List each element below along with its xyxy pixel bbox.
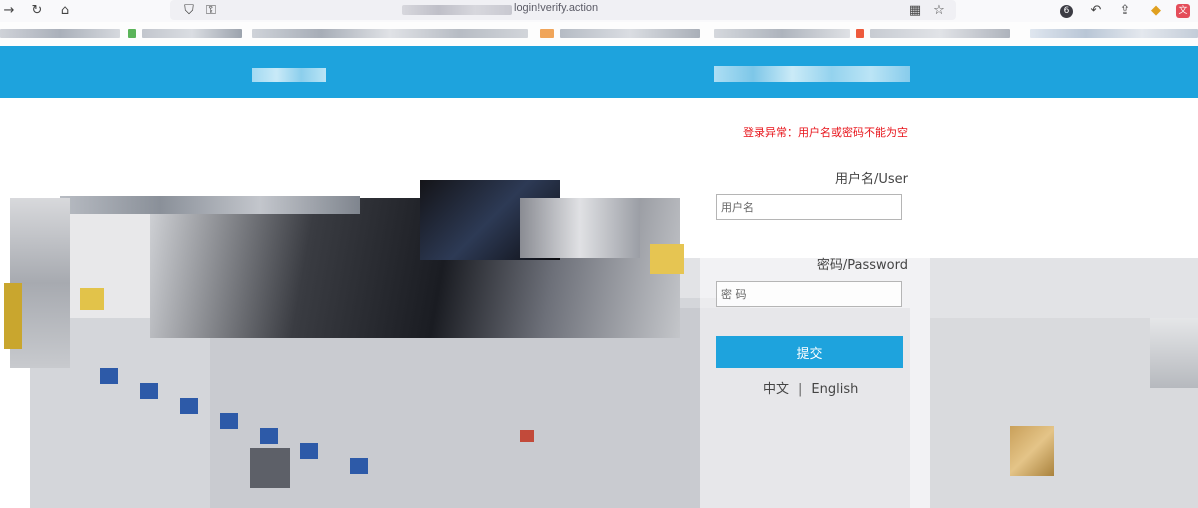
url-redacted xyxy=(402,5,512,15)
qr-code-icon[interactable]: ▦ xyxy=(906,2,924,20)
bookmark-item[interactable] xyxy=(252,29,528,38)
browser-toolbar: → ↻ ⌂ ⛉ ⚿ login!verify.action ▦ ☆ 6 ↶ ⇪ … xyxy=(0,0,1198,22)
lang-chinese-link[interactable]: 中文 xyxy=(763,378,789,397)
site-header xyxy=(0,46,1198,98)
lang-english-link[interactable]: English xyxy=(811,382,858,397)
site-logo xyxy=(252,68,326,82)
undo-icon[interactable]: ↶ xyxy=(1087,2,1105,20)
star-icon[interactable]: ☆ xyxy=(930,2,948,20)
bookmark-item[interactable] xyxy=(1030,29,1198,38)
translate-icon[interactable]: 文 xyxy=(1176,4,1190,18)
bookmark-item[interactable] xyxy=(0,29,120,38)
lang-separator: | xyxy=(798,382,803,397)
username-label: 用户名/User xyxy=(834,172,908,187)
password-label: 密码/Password xyxy=(816,258,908,273)
background-machine-image xyxy=(0,98,1198,508)
bookmark-item[interactable] xyxy=(560,29,700,38)
lock-icon[interactable]: ⚿ xyxy=(202,2,220,20)
account-badge-icon[interactable]: 6 xyxy=(1060,5,1073,18)
back-arrow-icon[interactable]: → xyxy=(0,2,18,20)
bookmark-item[interactable] xyxy=(142,29,242,38)
bookmark-item[interactable] xyxy=(714,29,850,38)
bookmark-icon xyxy=(128,29,136,38)
shield-icon[interactable]: ⛉ xyxy=(180,2,198,20)
extension-icon[interactable]: ◆ xyxy=(1147,2,1165,20)
bookmark-icon xyxy=(540,29,554,38)
home-icon[interactable]: ⌂ xyxy=(56,2,74,20)
username-input[interactable] xyxy=(716,194,902,220)
error-message: 登录异常：用户名或密码不能为空 xyxy=(743,126,908,139)
bookmarks-bar xyxy=(0,22,1198,46)
language-switcher: 中文 | English xyxy=(716,378,951,397)
password-input[interactable] xyxy=(716,281,902,307)
share-icon[interactable]: ⇪ xyxy=(1116,2,1134,20)
address-bar[interactable]: ⛉ ⚿ login!verify.action ▦ ☆ xyxy=(170,0,956,20)
submit-button[interactable]: 提交 xyxy=(716,336,903,368)
url-text: login!verify.action xyxy=(514,2,599,14)
site-title xyxy=(714,66,910,82)
bookmark-icon xyxy=(856,29,864,38)
bookmark-item[interactable] xyxy=(870,29,1010,38)
reload-icon[interactable]: ↻ xyxy=(28,2,46,20)
